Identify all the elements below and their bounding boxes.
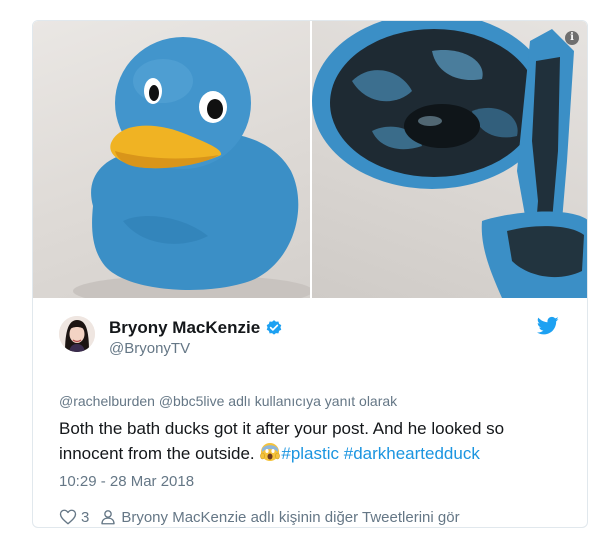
person-icon (101, 510, 116, 525)
tweet-actions: 3 Bryony MacKenzie adlı kişinin diğer Tw… (59, 508, 460, 526)
tweet-text: Both the bath ducks got it after your po… (59, 416, 569, 466)
screaming-face-emoji (260, 443, 281, 461)
moldy-duck-illustration (312, 21, 587, 298)
tweet-body: Bryony MacKenzie @BryonyTV @rachelburden… (33, 298, 587, 527)
author-name-row: Bryony MacKenzie (109, 318, 283, 338)
like-button[interactable]: 3 (59, 508, 99, 526)
tweet-text-line-1: Both the bath ducks got it after your po… (59, 419, 505, 438)
more-tweets-label: Bryony MacKenzie adlı kişinin diğer Twee… (121, 508, 460, 526)
rubber-duck-photo[interactable] (33, 21, 310, 298)
tweet-text-line-2-text: innocent from the outside. (59, 444, 255, 463)
likes-count: 3 (81, 508, 90, 526)
tweet-media[interactable]: i (33, 21, 587, 298)
hashtag-plastic[interactable]: #plastic (281, 444, 339, 463)
avatar-portrait-icon (59, 316, 95, 352)
heart-icon (59, 509, 77, 525)
avatar[interactable] (59, 316, 95, 352)
author-name[interactable]: Bryony MacKenzie (109, 318, 260, 338)
rubber-duck-illustration (73, 37, 310, 298)
tweet-card: i Bryony MacKenzie @BryonyTV @rachelburd… (32, 20, 588, 528)
tweet-author[interactable]: Bryony MacKenzie @BryonyTV (59, 316, 559, 362)
hashtag-darkheartedduck[interactable]: #darkheartedduck (344, 444, 480, 463)
info-icon[interactable]: i (565, 31, 579, 45)
tweet-timestamp[interactable]: 10:29 - 28 Mar 2018 (59, 473, 194, 490)
reply-context[interactable]: @rachelburden @bbc5live adlı kullanıcıya… (59, 393, 397, 409)
cut-open-duck-photo[interactable] (312, 21, 587, 298)
twitter-bird-icon[interactable] (537, 316, 559, 336)
verified-badge-icon (266, 320, 282, 335)
more-tweets-link[interactable]: Bryony MacKenzie adlı kişinin diğer Twee… (99, 508, 460, 526)
tweet-text-line-2: innocent from the outside. #plastic #dar… (59, 441, 569, 466)
author-handle[interactable]: @BryonyTV (109, 340, 190, 357)
